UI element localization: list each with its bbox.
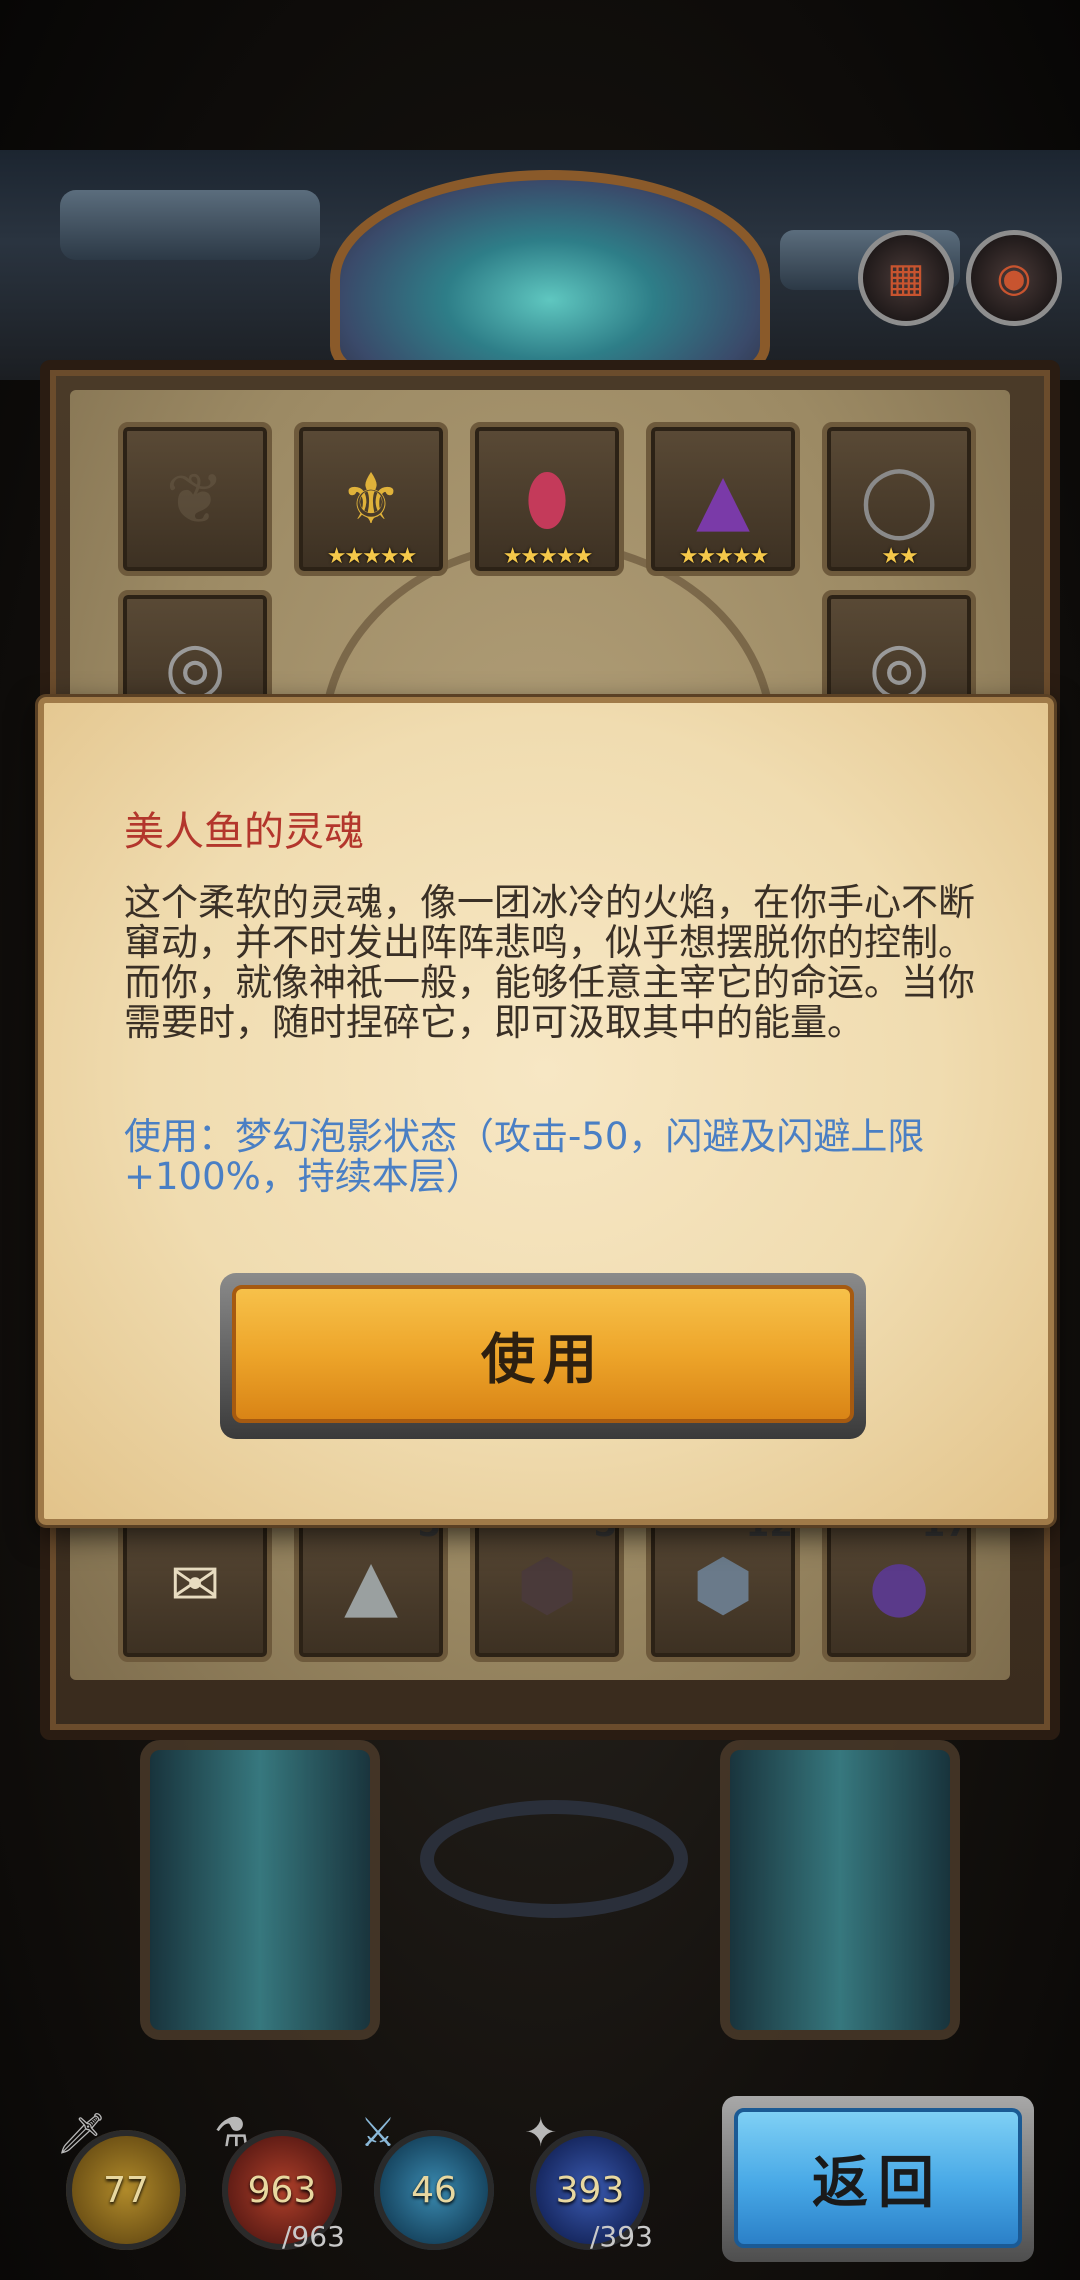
inventory-slot[interactable]: 12 ⬢ xyxy=(646,1505,800,1662)
back-button[interactable]: 返回 xyxy=(722,2096,1034,2262)
ring-icon: ◎ xyxy=(868,626,930,708)
purple-slime-icon: ● xyxy=(868,1544,930,1626)
back-button-label: 返回 xyxy=(812,2150,944,2214)
dust-pile-icon: ▲ xyxy=(344,1544,398,1626)
mana-value: 393 xyxy=(555,2169,625,2211)
use-button[interactable]: 使用 xyxy=(220,1273,866,1439)
mana-max: /393 xyxy=(590,2220,653,2253)
star-rating: ★★★★★ xyxy=(326,544,418,569)
letter-icon: ✉ xyxy=(169,1550,221,1620)
item-detail-dialog: 美人鱼的灵魂 这个柔软的灵魂，像一团冰冷的火焰，在你手心不断窜动，并不时发出阵阵… xyxy=(38,697,1054,1525)
star-rating: ★★★★★ xyxy=(502,544,594,569)
inventory-slot[interactable]: ▲ ★★★★★ xyxy=(646,422,800,576)
purple-hat-icon: ▲ xyxy=(696,458,750,540)
use-button-face: 使用 xyxy=(232,1285,854,1423)
red-mask-icon: ⬮ xyxy=(525,458,569,540)
inventory-slot[interactable]: ⚜ ★★★★★ xyxy=(294,422,448,576)
item-usage: 使用：梦幻泡影状态（攻击-50，闪避及闪避上限+100%，持续本层） xyxy=(124,1115,925,1198)
inventory-slot[interactable]: ✉ xyxy=(118,1508,272,1662)
lightning-stone-icon: ⬢ xyxy=(692,1544,754,1626)
mana-stat: 393 /393 xyxy=(530,2130,653,2253)
star-rating: ★★ xyxy=(881,544,918,569)
hp-max: /963 xyxy=(282,2220,345,2253)
potion-ring-icon[interactable]: ◉ xyxy=(966,230,1062,326)
inventory-slot[interactable]: ⬮ ★★★★★ xyxy=(470,422,624,576)
back-button-face: 返回 xyxy=(734,2108,1022,2248)
cables xyxy=(420,1800,688,1918)
inventory-slot[interactable]: ❦ xyxy=(118,422,272,576)
star-rating: ★★★★★ xyxy=(678,544,770,569)
inventory-slot[interactable]: 5 ▲ xyxy=(294,1505,448,1662)
inventory-slot[interactable]: ◯ ★★ xyxy=(822,422,976,576)
pipe-left xyxy=(60,190,320,260)
dna-tank-dome xyxy=(330,170,770,390)
empty-slot-icon: ❦ xyxy=(165,458,225,540)
rune-stone-icon: ⬢ xyxy=(516,1544,578,1626)
bricks-icon[interactable]: ▦ xyxy=(858,230,954,326)
item-title: 美人鱼的灵魂 xyxy=(124,809,364,855)
inventory-slot[interactable]: 17 ● xyxy=(822,1505,976,1662)
attack-value: 77 xyxy=(103,2169,149,2211)
attack-stat: 77 xyxy=(66,2130,186,2250)
hp-value: 963 xyxy=(247,2169,317,2211)
silver-ring-icon: ◎ xyxy=(164,626,226,708)
tank-left xyxy=(140,1740,380,2040)
tank-right xyxy=(720,1740,960,2040)
game-screen: ▦ ◉ ❦ ⚜ ★★★★★ ⬮ ★★★★★ ▲ ★★★★★ ◯ ★★ ◎ ◎ ✉… xyxy=(0,0,1080,2280)
golden-armor-icon: ⚜ xyxy=(339,458,403,540)
use-button-label: 使用 xyxy=(481,1329,605,1390)
defense-stat: 46 xyxy=(374,2130,494,2250)
defense-value: 46 xyxy=(411,2169,457,2211)
item-description: 这个柔软的灵魂，像一团冰冷的火焰，在你手心不断窜动，并不时发出阵阵悲鸣，似乎想摆… xyxy=(124,881,975,1044)
hp-stat: 963 /963 xyxy=(222,2130,345,2253)
amulet-icon: ◯ xyxy=(859,458,939,540)
inventory-slot[interactable]: 5 ⬢ xyxy=(470,1505,624,1662)
